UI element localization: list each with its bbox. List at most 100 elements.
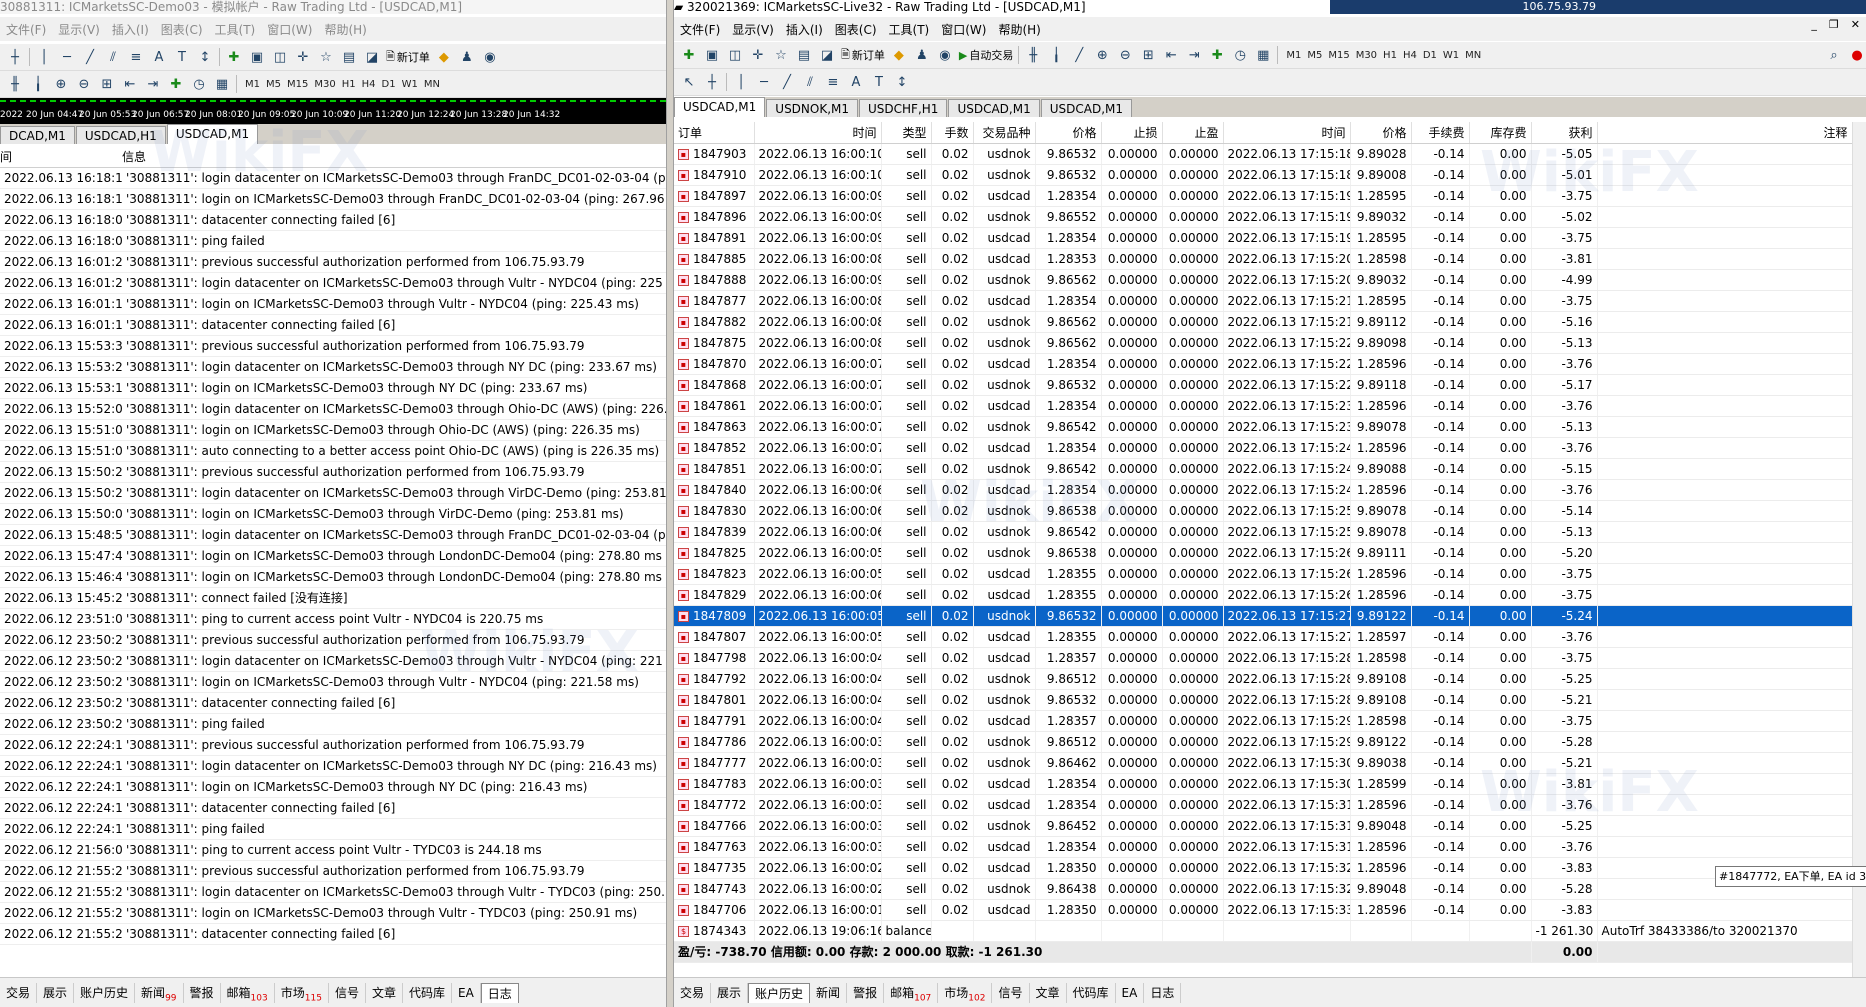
journal-row[interactable]: 2022.06.13 15:50:05....'30881311': login…: [0, 503, 666, 525]
journal-row[interactable]: 2022.06.13 15:51:00....'30881311': auto …: [0, 440, 666, 462]
timeframe-m1-button[interactable]: M1: [1283, 50, 1304, 61]
terminal-tab[interactable]: 警报: [184, 982, 221, 1003]
journal-row[interactable]: 2022.06.12 22:24:10....'30881311': login…: [0, 776, 666, 798]
chart-tab[interactable]: DCAD,M1: [0, 126, 75, 144]
timeframe-h1-button[interactable]: H1: [1380, 50, 1400, 61]
journal-row[interactable]: 2022.06.12 21:56:02....'30881311': ping …: [0, 839, 666, 861]
col-type[interactable]: 类型: [881, 122, 932, 144]
history-row[interactable]: ▪ 1847910 2022.06.13 16:00:10 sell 0.02 usdno…: [674, 164, 1852, 186]
col-profit[interactable]: 获利: [1531, 122, 1598, 144]
vertical-line-icon[interactable]: │: [35, 48, 53, 66]
journal-row[interactable]: 2022.06.13 15:48:59....'30881311': login…: [0, 524, 666, 546]
search-icon[interactable]: ⌕: [1825, 46, 1843, 64]
zoom-in-icon[interactable]: ⊕: [1093, 46, 1111, 64]
history-row[interactable]: ▪ 1847829 2022.06.13 16:00:06 sell 0.02 usdca…: [674, 584, 1852, 606]
navigator-icon[interactable]: ✛: [749, 46, 767, 64]
history-row[interactable]: ▪ 1847763 2022.06.13 16:00:03 sell 0.02 usdca…: [674, 836, 1852, 858]
terminal-tab[interactable]: 账户历史: [74, 982, 136, 1003]
terminal-icon[interactable]: ▤: [340, 48, 358, 66]
journal-row[interactable]: 2022.06.12 21:55:22....'30881311': datac…: [0, 923, 666, 945]
history-row[interactable]: ▪ 1847852 2022.06.13 16:00:07 sell 0.02 usdca…: [674, 437, 1852, 459]
profiles-icon[interactable]: ▣: [703, 46, 721, 64]
journal-row[interactable]: 2022.06.12 23:50:28....'30881311': login…: [0, 650, 666, 672]
col-open-price[interactable]: 价格: [1035, 122, 1102, 144]
profiles-icon[interactable]: ▣: [248, 48, 266, 66]
timeframe-m30-button[interactable]: M30: [311, 79, 338, 90]
line-chart-icon[interactable]: ╱: [1070, 46, 1088, 64]
terminal-tab[interactable]: 交易: [0, 982, 38, 1003]
journal-row[interactable]: 2022.06.13 15:52:06....'30881311': login…: [0, 398, 666, 420]
terminal-tab[interactable]: 邮箱107: [884, 982, 939, 1003]
journal-row[interactable]: 2022.06.13 15:46:44....'30881311': login…: [0, 566, 666, 588]
vps-icon[interactable]: ♟: [913, 46, 931, 64]
timeframe-m5-button[interactable]: M5: [263, 79, 284, 90]
journal-row[interactable]: 2022.06.12 23:50:22....'30881311': datac…: [0, 692, 666, 714]
history-row[interactable]: ▪ 1847896 2022.06.13 16:00:09 sell 0.02 usdno…: [674, 206, 1852, 228]
metaeditor-icon[interactable]: ◆: [435, 48, 453, 66]
history-row[interactable]: ▪ 1847777 2022.06.13 16:00:03 sell 0.02 usdno…: [674, 752, 1852, 774]
timeframe-mn-button[interactable]: MN: [421, 79, 443, 90]
col-take-profit[interactable]: 止盈: [1162, 122, 1224, 144]
fibonacci-icon[interactable]: ≡: [127, 48, 145, 66]
terminal-tab[interactable]: 账户历史: [748, 982, 811, 1003]
market-watch-icon[interactable]: ◫: [726, 46, 744, 64]
terminal-tab[interactable]: 信号: [992, 982, 1030, 1003]
chart-tab[interactable]: USDCAD,H1: [75, 126, 166, 144]
notification-icon[interactable]: ●: [1848, 46, 1866, 64]
journal-row[interactable]: 2022.06.13 16:01:26....'30881311': login…: [0, 272, 666, 294]
indicators-icon[interactable]: ✚: [167, 75, 185, 93]
trendline-icon[interactable]: ╱: [778, 73, 796, 91]
timeframe-m15-button[interactable]: M15: [1325, 50, 1352, 61]
journal-row[interactable]: 2022.06.13 15:53:12....'30881311': login…: [0, 377, 666, 399]
terminal-tab[interactable]: 代码库: [403, 982, 452, 1003]
tile-windows-icon[interactable]: ⊞: [1139, 46, 1157, 64]
tile-windows-icon[interactable]: ⊞: [98, 75, 116, 93]
journal-row[interactable]: 2022.06.13 15:53:31....'30881311': previ…: [0, 335, 666, 357]
templates-icon[interactable]: ▦: [213, 75, 231, 93]
history-row[interactable]: ▪ 1847840 2022.06.13 16:00:06 sell 0.02 usdca…: [674, 479, 1852, 501]
terminal-tab[interactable]: 市场115: [275, 982, 329, 1003]
menu-item[interactable]: 工具(T): [209, 21, 262, 38]
crosshair-icon[interactable]: ┼: [703, 73, 721, 91]
timeframe-m30-button[interactable]: M30: [1353, 50, 1380, 61]
indicators-icon[interactable]: ✚: [1208, 46, 1226, 64]
history-row[interactable]: ▪ 1847801 2022.06.13 16:00:04 sell 0.02 usdno…: [674, 689, 1852, 711]
zoom-out-icon[interactable]: ⊖: [1116, 46, 1134, 64]
new-chart-icon[interactable]: ✚: [225, 48, 243, 66]
menu-item[interactable]: 显示(V): [726, 21, 780, 38]
terminal-tab[interactable]: 展示: [711, 982, 749, 1003]
menu-item[interactable]: 文件(F): [674, 21, 726, 38]
terminal-tab[interactable]: 新闻99: [135, 982, 184, 1003]
journal-row[interactable]: 2022.06.12 22:24:10....'30881311': datac…: [0, 797, 666, 819]
journal-row[interactable]: 2022.06.13 15:51:00....'30881311': login…: [0, 419, 666, 441]
terminal-tab[interactable]: 日志: [480, 982, 519, 1003]
journal-row[interactable]: 2022.06.12 22:24:10....'30881311': ping …: [0, 818, 666, 840]
close-icon[interactable]: ✕: [1851, 18, 1860, 31]
timeframe-m5-button[interactable]: M5: [1304, 50, 1325, 61]
menu-item[interactable]: 显示(V): [52, 21, 106, 38]
history-row[interactable]: ▪ 1847863 2022.06.13 16:00:07 sell 0.02 usdno…: [674, 416, 1852, 438]
channel-icon[interactable]: ⫽: [104, 48, 122, 66]
journal-row[interactable]: 2022.06.12 23:50:23....'30881311': login…: [0, 671, 666, 693]
favorites-icon[interactable]: ☆: [317, 48, 335, 66]
journal-row[interactable]: 2022.06.13 15:45:27....'30881311': conne…: [0, 587, 666, 609]
col-stop-loss[interactable]: 止损: [1101, 122, 1163, 144]
col-time[interactable]: 间: [0, 146, 122, 168]
minimize-icon[interactable]: _: [1811, 18, 1817, 31]
timeframe-d1-button[interactable]: D1: [379, 79, 399, 90]
menu-item[interactable]: 窗口(W): [261, 21, 318, 38]
terminal-tab[interactable]: 文章: [366, 982, 403, 1003]
terminal-tab[interactable]: 新闻: [810, 982, 848, 1003]
journal-row[interactable]: 2022.06.12 23:50:29....'30881311': previ…: [0, 629, 666, 651]
history-row[interactable]: ▪ 1847885 2022.06.13 16:00:08 sell 0.02 usdca…: [674, 248, 1852, 270]
market-watch-icon[interactable]: ◫: [271, 48, 289, 66]
journal-row[interactable]: 2022.06.13 15:53:20....'30881311': login…: [0, 356, 666, 378]
terminal-tab[interactable]: EA: [452, 982, 481, 1003]
history-row[interactable]: ▪ 1847735 2022.06.13 16:00:02 sell 0.02 usdca…: [674, 857, 1852, 879]
history-scrollbar[interactable]: [1852, 122, 1866, 977]
timeframe-w1-button[interactable]: W1: [399, 79, 421, 90]
chart-tab[interactable]: USDCAD,M1: [166, 124, 259, 144]
autoscroll-icon[interactable]: ⇤: [1162, 46, 1180, 64]
col-lots[interactable]: 手数: [931, 122, 974, 144]
arrows-icon[interactable]: ↕: [893, 73, 911, 91]
